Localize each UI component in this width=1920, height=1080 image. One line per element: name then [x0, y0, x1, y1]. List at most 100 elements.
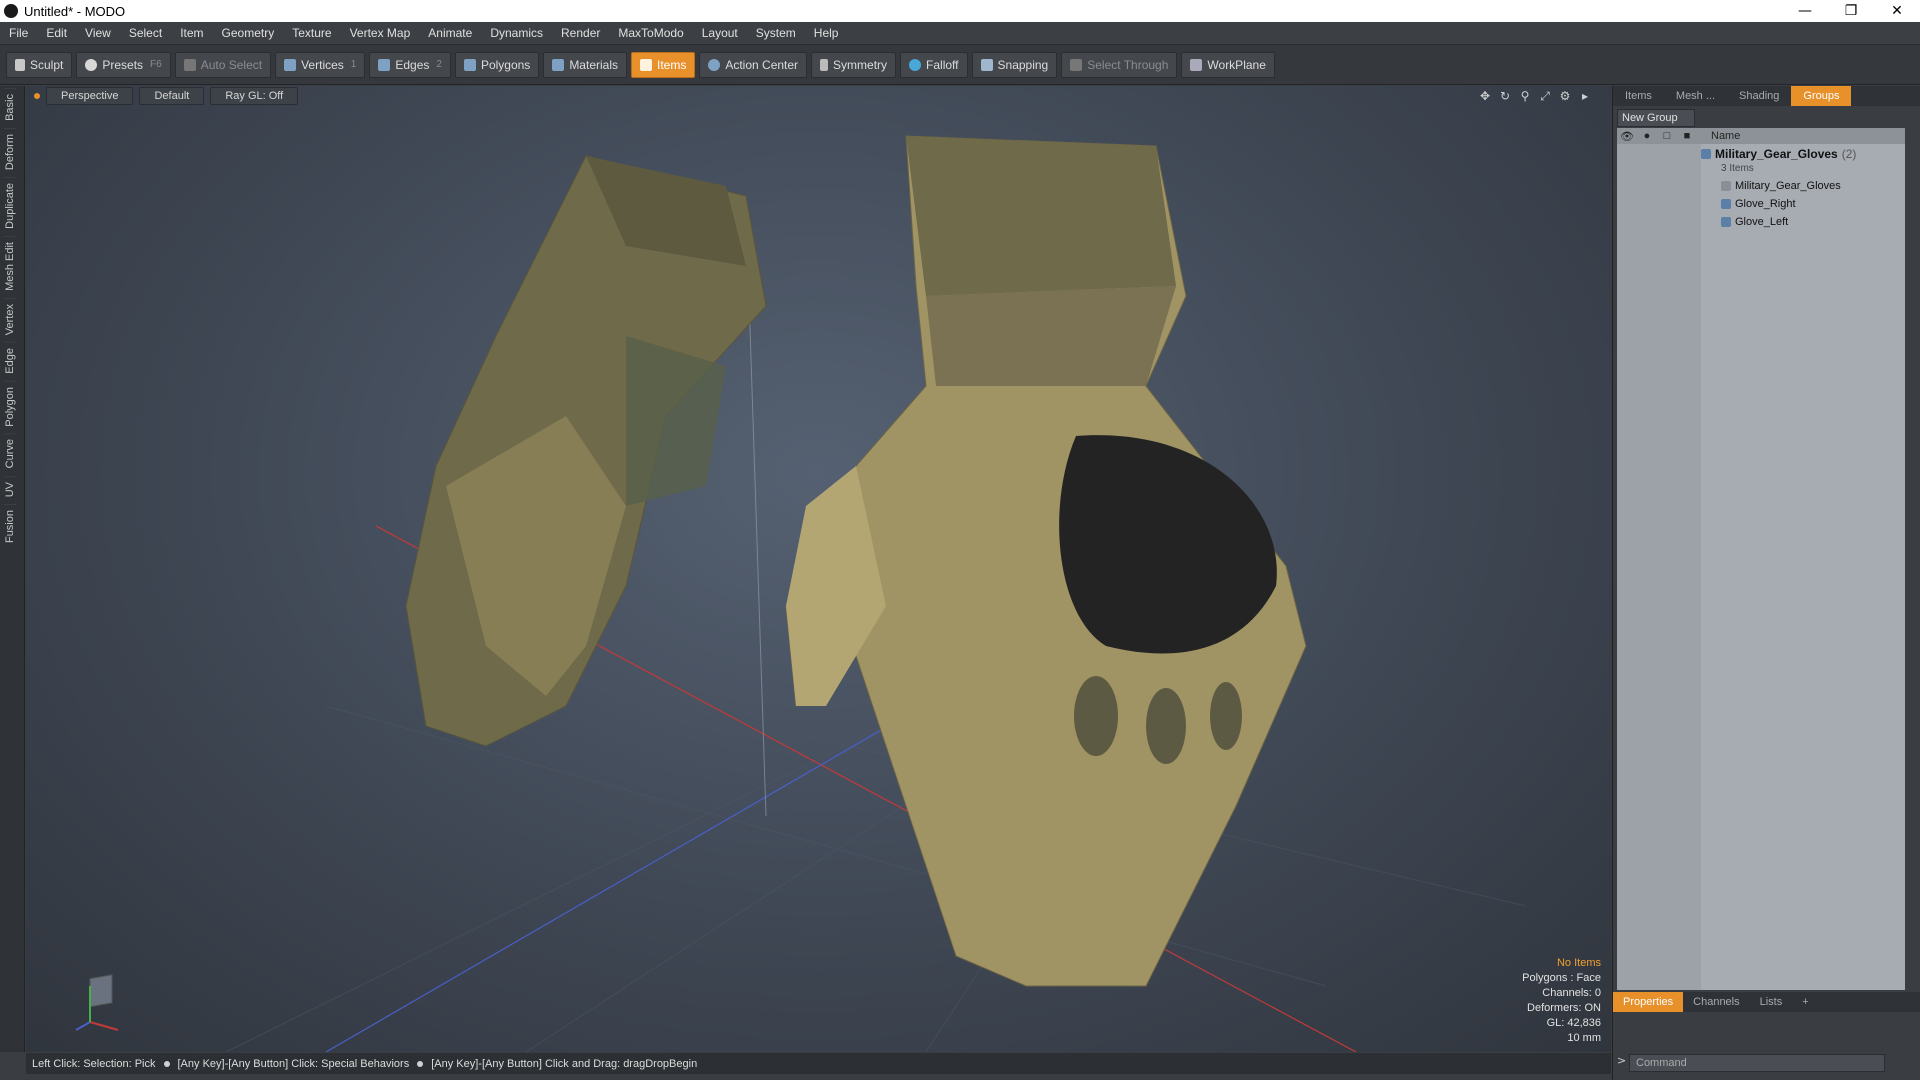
expand-arrow-icon[interactable]: ▸ [1577, 89, 1593, 103]
close-icon[interactable]: ✕ [1874, 0, 1920, 22]
menu-animate[interactable]: Animate [419, 26, 481, 40]
maximize-icon[interactable]: ⤢ [1537, 89, 1553, 103]
action-center-button[interactable]: Action Center [699, 51, 808, 78]
tab-fusion[interactable]: Fusion [4, 504, 16, 549]
3d-viewport[interactable]: Perspective Default Ray GL: Off ✥ ↻ ⚲ ⤢ … [26, 86, 1611, 1052]
render-icon[interactable]: ● [1637, 130, 1657, 142]
menu-maxtomodo[interactable]: MaxToModo [609, 26, 692, 40]
window-controls: — ❐ ✕ [1782, 0, 1920, 22]
status-hint-1: Left Click: Selection: Pick [32, 1057, 156, 1070]
tab-mesh[interactable]: Mesh ... [1664, 86, 1727, 106]
menu-system[interactable]: System [747, 26, 805, 40]
tree-header: 👁 ● □ ■ Name [1617, 128, 1905, 144]
brush-icon [15, 58, 25, 71]
menu-dynamics[interactable]: Dynamics [481, 26, 552, 40]
group-item-count: 3 Items [1721, 162, 1754, 174]
command-prompt-icon: > [1617, 1054, 1627, 1067]
status-bar: Left Click: Selection: Pick [Any Key]-[A… [26, 1053, 1611, 1074]
lock-icon[interactable]: □ [1657, 130, 1677, 142]
visibility-eye-icon[interactable]: 👁 [1617, 130, 1637, 143]
select-through-button[interactable]: Select Through [1061, 51, 1178, 78]
tab-mesh-edit[interactable]: Mesh Edit [4, 235, 16, 296]
new-group-button[interactable]: New Group [1617, 109, 1695, 127]
knuckle-guard [1059, 435, 1277, 654]
tab-deform[interactable]: Deform [4, 127, 16, 175]
title-bar: Untitled* - MODO — ❐ ✕ [0, 0, 1920, 22]
menu-geometry[interactable]: Geometry [213, 26, 284, 40]
tab-lists[interactable]: Lists [1750, 992, 1793, 1012]
items-button[interactable]: Items [631, 51, 696, 78]
menu-bar: File Edit View Select Item Geometry Text… [0, 22, 1920, 45]
auto-select-icon [183, 58, 196, 71]
command-input[interactable]: Command [1629, 1054, 1885, 1072]
materials-button[interactable]: Materials [543, 51, 627, 78]
select-icon[interactable]: ■ [1677, 130, 1697, 142]
polygons-button[interactable]: Polygons [454, 51, 540, 78]
raygl-toggle[interactable]: Ray GL: Off [210, 87, 299, 105]
restore-icon[interactable]: ❐ [1828, 0, 1874, 22]
tree-item-glove-left[interactable]: Glove_Left [1721, 214, 1788, 230]
minimize-icon[interactable]: — [1782, 0, 1828, 22]
status-hint-2: [Any Key]-[Any Button] Click: Special Be… [177, 1057, 410, 1070]
tab-channels[interactable]: Channels [1683, 992, 1749, 1012]
stat-items: No Items [1556, 957, 1601, 969]
tree-item-glove-right[interactable]: Glove_Right [1721, 196, 1796, 212]
items-icon [640, 58, 652, 71]
symmetry-button[interactable]: Symmetry [811, 51, 897, 78]
select-through-icon [1070, 58, 1083, 71]
add-tab-button[interactable]: + [1792, 992, 1818, 1012]
tree-item-military-gear-gloves[interactable]: Military_Gear_Gloves [1721, 178, 1841, 194]
vertices-button[interactable]: Vertices 1 [275, 51, 366, 78]
materials-icon [552, 58, 565, 71]
presets-button[interactable]: Presets F6 [76, 51, 171, 78]
menu-render[interactable]: Render [552, 26, 609, 40]
stat-polygons: Polygons : Face [1522, 972, 1601, 984]
window-title: Untitled* - MODO [24, 3, 126, 19]
status-separator-icon [163, 1060, 170, 1067]
perspective-dropdown[interactable]: Perspective [46, 87, 134, 105]
workplane-button[interactable]: WorkPlane [1181, 51, 1275, 78]
vertices-icon [284, 58, 297, 71]
sculpt-button[interactable]: Sculpt [6, 51, 73, 78]
tab-duplicate[interactable]: Duplicate [4, 176, 16, 234]
tab-polygon[interactable]: Polygon [4, 380, 16, 432]
group-icon [1701, 149, 1711, 159]
zoom-icon[interactable]: ⚲ [1517, 89, 1533, 103]
tab-uv[interactable]: UV [4, 475, 16, 503]
menu-file[interactable]: File [0, 26, 37, 40]
left-tool-tabs: Basic Deform Duplicate Mesh Edit Vertex … [0, 86, 25, 1052]
tab-shading[interactable]: Shading [1727, 86, 1791, 106]
rotate-icon[interactable]: ↻ [1497, 89, 1513, 103]
tab-vertex[interactable]: Vertex [4, 297, 16, 340]
mesh-icon [1721, 217, 1731, 227]
menu-view[interactable]: View [76, 26, 120, 40]
tab-curve[interactable]: Curve [4, 433, 16, 474]
status-separator-icon [417, 1060, 424, 1067]
glove-left-model[interactable] [405, 155, 767, 747]
menu-edit[interactable]: Edit [37, 26, 76, 40]
menu-help[interactable]: Help [805, 26, 848, 40]
gear-icon[interactable]: ⚙ [1557, 89, 1573, 103]
snapping-icon [980, 58, 993, 71]
tab-basic[interactable]: Basic [4, 88, 16, 126]
style-dropdown[interactable]: Default [139, 87, 205, 105]
viewport-nav-tools: ✥ ↻ ⚲ ⤢ ⚙ ▸ [1473, 89, 1593, 103]
menu-select[interactable]: Select [120, 26, 171, 40]
pan-icon[interactable]: ✥ [1477, 89, 1493, 103]
glove-right-model[interactable] [785, 135, 1307, 987]
tab-properties[interactable]: Properties [1613, 992, 1684, 1012]
auto-select-button[interactable]: Auto Select [174, 51, 272, 78]
menu-layout[interactable]: Layout [693, 26, 747, 40]
tab-items[interactable]: Items [1613, 86, 1664, 106]
viewport-options-icon[interactable] [34, 93, 40, 99]
right-panel: Items Mesh ... Shading Groups New Group … [1612, 86, 1920, 1080]
falloff-button[interactable]: Falloff [900, 51, 968, 78]
tab-edge[interactable]: Edge [4, 341, 16, 379]
menu-item[interactable]: Item [171, 26, 212, 40]
menu-texture[interactable]: Texture [283, 26, 340, 40]
viewport-stats: No Items Polygons : Face Channels: 0 Def… [1522, 956, 1601, 1046]
snapping-button[interactable]: Snapping [971, 51, 1058, 78]
edges-button[interactable]: Edges 2 [369, 51, 451, 78]
menu-vertex-map[interactable]: Vertex Map [341, 26, 420, 40]
tab-groups[interactable]: Groups [1791, 86, 1852, 106]
